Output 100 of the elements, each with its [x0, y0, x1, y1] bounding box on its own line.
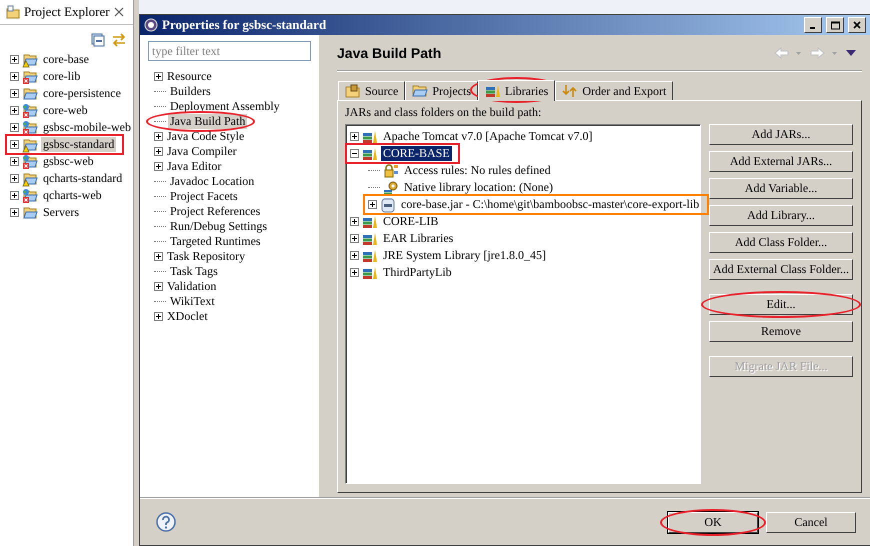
explorer-icon	[6, 5, 20, 19]
filter-field[interactable]: type filter text	[148, 41, 311, 61]
nav-item[interactable]: Project References	[168, 204, 262, 219]
close-button[interactable]	[848, 17, 866, 33]
menu-icon[interactable]	[846, 49, 856, 57]
expand-icon[interactable]	[154, 72, 163, 81]
books-icon	[485, 84, 501, 98]
expand-icon[interactable]	[10, 89, 19, 98]
expand-icon[interactable]	[10, 191, 19, 200]
project-item[interactable]: qcharts-web	[41, 188, 104, 203]
nav-item[interactable]: Java Compiler	[165, 144, 239, 159]
library-entry[interactable]: JRE System Library [jre1.8.0_45]	[381, 248, 548, 263]
books-icon	[362, 214, 378, 228]
close-icon	[853, 21, 861, 29]
expand-icon[interactable]	[154, 282, 163, 291]
jar-icon	[380, 196, 396, 212]
project-item[interactable]: core-lib	[41, 69, 82, 84]
tab[interactable]: Libraries	[478, 80, 556, 101]
expand-icon[interactable]	[154, 132, 163, 141]
library-entry[interactable]: Native library location: (None)	[402, 180, 555, 195]
nav-item[interactable]: Javadoc Location	[168, 174, 256, 189]
library-entry[interactable]: EAR Libraries	[381, 231, 456, 246]
action-button[interactable]: Remove	[709, 321, 853, 342]
project-item[interactable]: gsbsc-mobile-web	[41, 120, 133, 135]
action-button[interactable]: Add Library...	[709, 205, 853, 226]
nav-item[interactable]: Task Repository	[165, 249, 248, 264]
expand-icon[interactable]	[10, 140, 19, 149]
nav-item[interactable]: Builders	[168, 84, 213, 99]
expand-icon[interactable]	[10, 123, 19, 132]
dialog-title: Properties for gsbsc-standard	[162, 17, 328, 33]
action-button[interactable]: Add External JARs...	[709, 151, 853, 172]
gear-icon	[144, 18, 158, 32]
library-entry[interactable]: Apache Tomcat v7.0 [Apache Tomcat v7.0]	[381, 129, 594, 144]
action-button[interactable]: Add Variable...	[709, 178, 853, 199]
project-item[interactable]: core-base	[41, 52, 91, 67]
library-entry[interactable]: core-base.jar - C:\home\git\bamboobsc-master\core-export-lib	[399, 197, 702, 212]
nav-item[interactable]: Project Facets	[168, 189, 240, 204]
nav-item[interactable]: Deployment Assembly	[168, 99, 282, 114]
expand-icon[interactable]	[154, 312, 163, 321]
expand-icon[interactable]	[154, 147, 163, 156]
tab[interactable]: Projects	[405, 81, 478, 100]
expand-icon[interactable]	[350, 268, 359, 277]
project-item[interactable]: Servers	[41, 205, 81, 220]
project-item[interactable]: core-web	[41, 103, 90, 118]
lock-icon	[383, 162, 399, 178]
action-button[interactable]: Add Class Folder...	[709, 232, 853, 253]
maximize-button[interactable]	[826, 17, 844, 33]
dialog-button[interactable]: Cancel	[766, 512, 856, 532]
action-button[interactable]: Add External Class Folder...	[709, 259, 853, 280]
project-item[interactable]: gsbsc-web	[41, 154, 96, 169]
library-entry[interactable]: ThirdPartyLib	[381, 265, 454, 280]
library-entry[interactable]: CORE-BASE	[381, 146, 452, 161]
action-button[interactable]: Edit...	[709, 294, 853, 315]
page-title: Java Build Path	[337, 45, 442, 61]
books-icon	[362, 130, 378, 144]
folder-icon	[412, 84, 428, 98]
nav-item[interactable]: Task Tags	[168, 264, 220, 279]
nav-item[interactable]: Run/Debug Settings	[168, 219, 270, 234]
list-label: JARs and class folders on the build path:	[345, 105, 542, 120]
expand-icon[interactable]	[10, 174, 19, 183]
expand-icon[interactable]	[350, 132, 359, 141]
minimize-button[interactable]	[804, 17, 822, 33]
expand-icon[interactable]	[10, 157, 19, 166]
project-item[interactable]: gsbsc-standard	[41, 137, 116, 152]
expand-icon[interactable]	[368, 200, 377, 209]
sort-arrows-icon	[562, 84, 578, 98]
books-icon	[362, 266, 378, 280]
action-button[interactable]: Add JARs...	[709, 124, 853, 145]
project-item[interactable]: qcharts-standard	[41, 171, 124, 186]
expand-icon[interactable]	[154, 252, 163, 261]
nav-item[interactable]: Java Editor	[165, 159, 224, 174]
expand-icon[interactable]	[350, 217, 359, 226]
nav-item[interactable]: Java Build Path	[168, 114, 248, 129]
nav-item[interactable]: Targeted Runtimes	[168, 234, 263, 249]
help-icon[interactable]	[156, 512, 176, 532]
nav-item[interactable]: XDoclet	[165, 309, 210, 324]
close-icon[interactable]	[114, 7, 124, 17]
books-icon	[362, 248, 378, 262]
library-entry[interactable]: CORE-LIB	[381, 214, 440, 229]
expand-icon[interactable]	[154, 162, 163, 171]
collapse-icon[interactable]	[350, 149, 359, 158]
dialog-button[interactable]: OK	[668, 512, 758, 532]
nav-item[interactable]: WikiText	[168, 294, 217, 309]
books-icon	[362, 146, 378, 160]
nav-item[interactable]: Resource	[165, 69, 214, 84]
expand-icon[interactable]	[10, 106, 19, 115]
library-entry[interactable]: Access rules: No rules defined	[402, 163, 553, 178]
nav-item[interactable]: Validation	[165, 279, 218, 294]
expand-icon[interactable]	[10, 72, 19, 81]
expand-icon[interactable]	[350, 251, 359, 260]
expand-icon[interactable]	[10, 55, 19, 64]
books-icon	[362, 232, 378, 246]
nav-item[interactable]: Java Code Style	[165, 129, 246, 144]
expand-icon[interactable]	[10, 208, 19, 217]
tab[interactable]: Order and Export	[555, 81, 674, 100]
tab[interactable]: Source	[338, 81, 406, 100]
view-title: Project Explorer	[24, 4, 110, 20]
project-item[interactable]: core-persistence	[41, 86, 123, 101]
expand-icon[interactable]	[350, 234, 359, 243]
collapse-all-icon[interactable]	[90, 33, 105, 47]
